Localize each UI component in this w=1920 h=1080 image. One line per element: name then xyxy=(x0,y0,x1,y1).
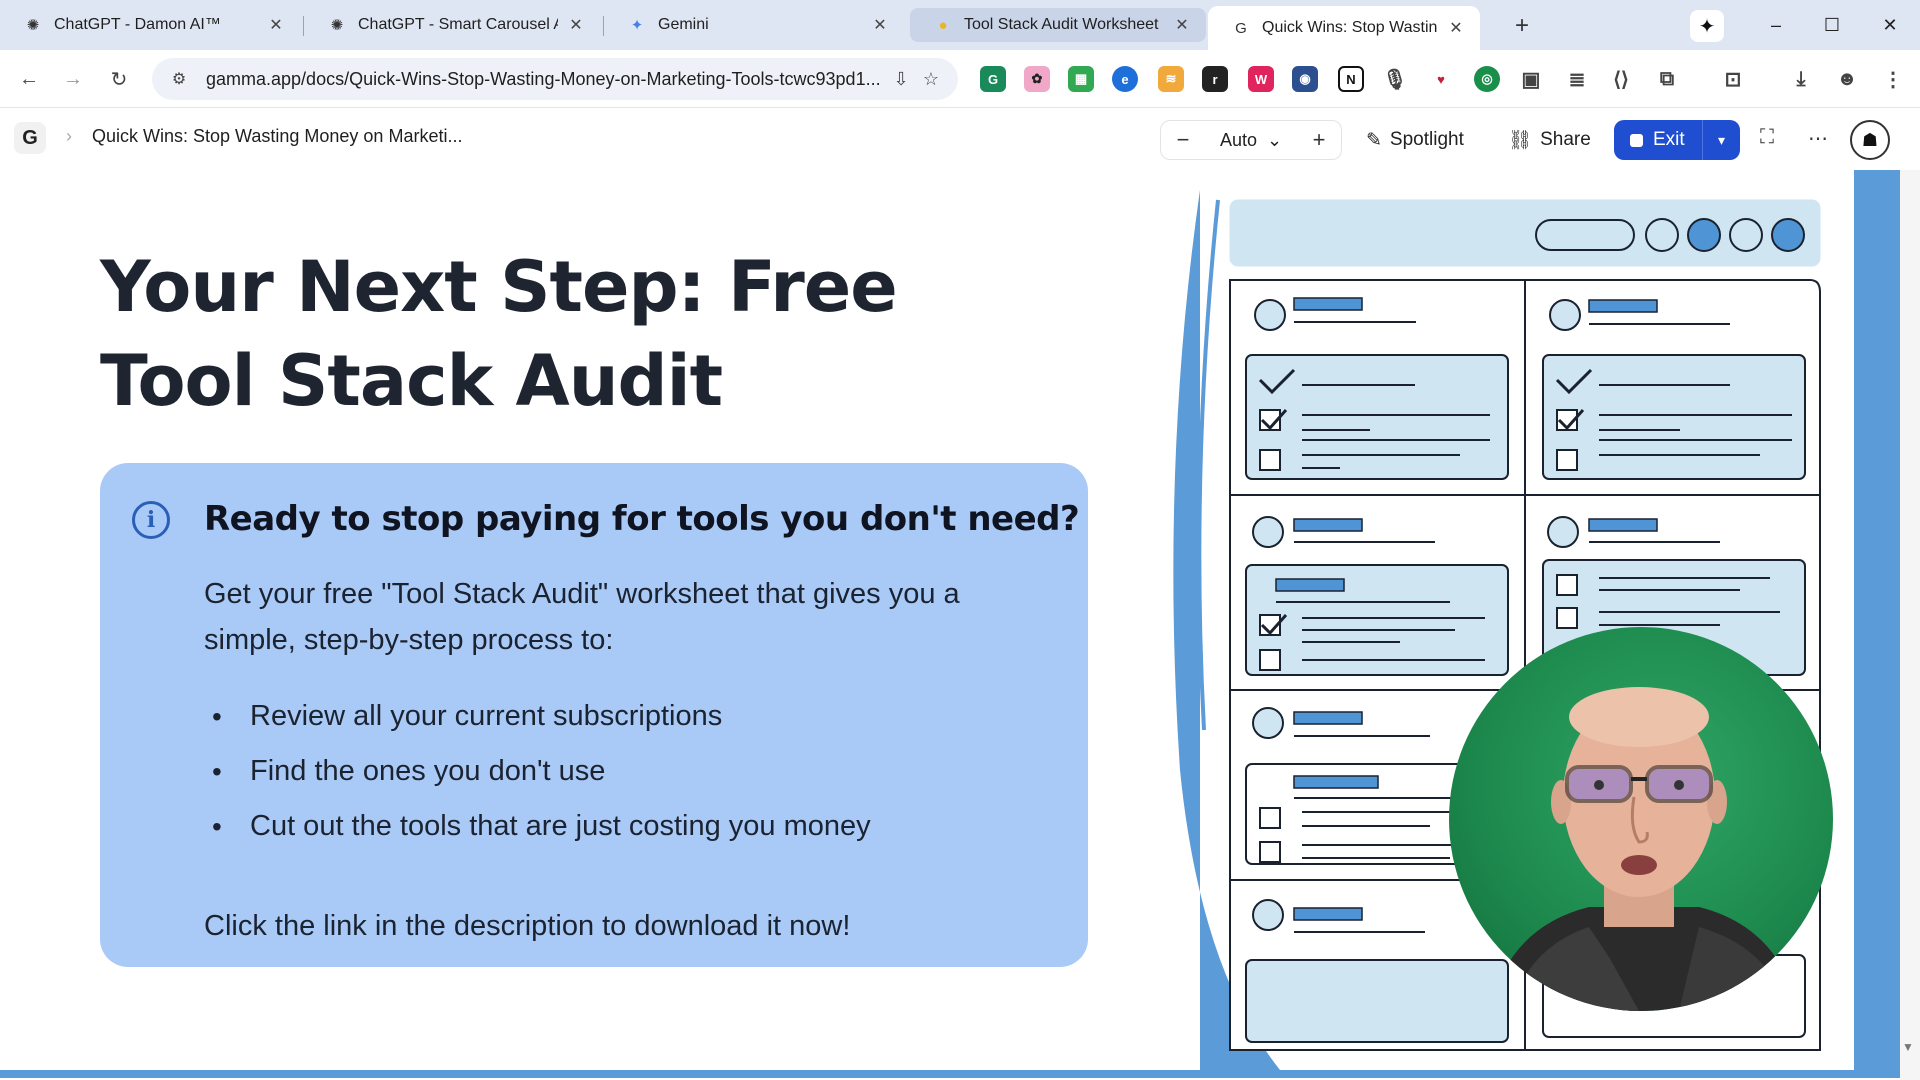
zoom-out-button[interactable]: − xyxy=(1171,127,1195,153)
colorful-extension-icon[interactable]: ✿ xyxy=(1024,66,1050,92)
chevron-down-icon[interactable]: ▾ xyxy=(1702,120,1740,160)
exit-label: Exit xyxy=(1653,129,1685,150)
doc-icon: ● xyxy=(938,16,948,34)
callout-box: i Ready to stop paying for tools you don… xyxy=(100,463,1088,967)
url-text[interactable]: gamma.app/docs/Quick-Wins-Stop-Wasting-M… xyxy=(206,69,886,90)
info-icon: i xyxy=(132,501,170,539)
tab-gemini[interactable]: ✦ Gemini ✕ xyxy=(604,8,904,42)
zoom-label: Auto xyxy=(1219,129,1257,150)
edge-extension-icon[interactable]: e xyxy=(1112,66,1138,92)
scroll-down-arrow-icon[interactable]: ▼ xyxy=(1902,1040,1914,1054)
forward-button[interactable]: → xyxy=(58,64,88,94)
reading-list-icon[interactable]: ⊡ xyxy=(1720,66,1746,92)
grammarly-extension-icon[interactable]: G xyxy=(980,66,1006,92)
spotlight-label: Spotlight xyxy=(1389,129,1464,150)
bullet-list: Review all your current subscriptions Fi… xyxy=(204,689,871,854)
exit-button[interactable]: Exit ▾ xyxy=(1614,120,1740,160)
profile-icon[interactable]: ☻ xyxy=(1834,66,1860,92)
close-icon[interactable]: ✕ xyxy=(1172,15,1192,35)
slide-title: Your Next Step: Free Tool Stack Audit xyxy=(100,246,898,422)
openai-icon: ✺ xyxy=(26,17,40,34)
tab-chatgpt-damon[interactable]: ✺ ChatGPT - Damon AI™ ✕ xyxy=(0,8,300,42)
screen-capture-icon[interactable]: ▣ xyxy=(1518,66,1544,92)
microphone-icon[interactable]: 🎙 xyxy=(1382,66,1408,92)
callout-intro: Get your free "Tool Stack Audit" workshe… xyxy=(204,578,960,656)
close-icon[interactable]: ✕ xyxy=(566,15,586,35)
chevron-right-icon: › xyxy=(66,126,72,146)
close-icon[interactable]: ✕ xyxy=(266,15,286,35)
minimize-button[interactable]: – xyxy=(1756,10,1796,40)
close-window-button[interactable]: ✕ xyxy=(1870,10,1910,40)
slide-bottom-bar xyxy=(0,1070,1900,1078)
stop-icon xyxy=(1630,133,1643,147)
vpn-extension-icon[interactable]: ◎ xyxy=(1474,66,1500,92)
scrollbar[interactable] xyxy=(1900,170,1920,1080)
gamma-logo-icon[interactable]: G xyxy=(14,122,46,154)
share-button[interactable]: ⛓ Share xyxy=(1508,120,1591,160)
list-item: Review all your current subscriptions xyxy=(204,689,871,744)
code-extension-icon[interactable]: ⟨⟩ xyxy=(1608,66,1634,92)
install-app-icon[interactable]: ⇩ xyxy=(886,69,916,90)
browser-toolbar: ← → ↻ ⚙ gamma.app/docs/Quick-Wins-Stop-W… xyxy=(0,50,1920,108)
layers-extension-icon[interactable]: ≣ xyxy=(1564,66,1590,92)
close-icon[interactable]: ✕ xyxy=(1446,18,1466,38)
tab-strip: ✺ ChatGPT - Damon AI™ ✕ ✺ ChatGPT - Smar… xyxy=(0,0,1920,50)
kebab-menu-icon[interactable]: ⋮ xyxy=(1880,66,1906,92)
decorative-stripe xyxy=(1854,170,1900,1070)
presentation-toolbar: G › Quick Wins: Stop Wasting Money on Ma… xyxy=(0,108,1920,170)
tab-title: ChatGPT - Damon AI™ xyxy=(54,16,221,33)
extensions-puzzle-icon[interactable]: ⧉ xyxy=(1654,66,1680,92)
zoom-in-button[interactable]: + xyxy=(1307,127,1331,153)
avatar[interactable]: ☗ xyxy=(1850,120,1890,160)
link-icon: ⛓ xyxy=(1508,130,1533,151)
slide-canvas: Your Next Step: Free Tool Stack Audit i … xyxy=(0,170,1900,1080)
tab-chatgpt-carousel[interactable]: ✺ ChatGPT - Smart Carousel Ads ✕ xyxy=(304,8,600,42)
callout-cta: Click the link in the description to dow… xyxy=(204,910,851,942)
fullscreen-icon[interactable]: ⛶ xyxy=(1760,126,1774,149)
callout-heading: Ready to stop paying for tools you don't… xyxy=(204,499,1080,539)
gemini-button[interactable]: ✦ xyxy=(1690,10,1724,42)
tab-title: Tool Stack Audit Worksheet xyxy=(964,16,1159,33)
pocket-extension-icon[interactable]: ♥ xyxy=(1428,66,1454,92)
site-settings-icon[interactable]: ⚙ xyxy=(164,69,194,89)
share-label: Share xyxy=(1540,129,1591,150)
camera-extension-icon[interactable]: ◉ xyxy=(1292,66,1318,92)
spotlight-button[interactable]: ✎ Spotlight xyxy=(1366,120,1464,160)
tab-title: Quick Wins: Stop Wasting Mon xyxy=(1262,19,1438,36)
spotlight-icon: ✎ xyxy=(1366,129,1382,151)
presenter-video xyxy=(1489,687,1799,1011)
close-icon[interactable]: ✕ xyxy=(870,15,890,35)
tab-tool-stack-audit[interactable]: ● Tool Stack Audit Worksheet ✕ xyxy=(910,8,1206,42)
tab-quick-wins[interactable]: G Quick Wins: Stop Wasting Mon ✕ xyxy=(1208,6,1480,50)
rss-extension-icon[interactable]: ≋ xyxy=(1158,66,1184,92)
gemini-icon: ✦ xyxy=(630,17,644,34)
r-extension-icon[interactable]: r xyxy=(1202,66,1228,92)
list-item: Find the ones you don't use xyxy=(204,744,871,799)
address-bar[interactable]: ⚙ gamma.app/docs/Quick-Wins-Stop-Wasting… xyxy=(152,58,958,100)
download-icon[interactable]: ⤓ xyxy=(1788,66,1814,92)
zoom-control: − Auto ⌄ + xyxy=(1160,120,1342,160)
reload-button[interactable]: ↻ xyxy=(104,64,134,94)
chevron-down-icon: ⌄ xyxy=(1266,129,1283,150)
maximize-button[interactable]: ☐ xyxy=(1812,10,1852,40)
list-item: Cut out the tools that are just costing … xyxy=(204,799,871,854)
doc-title[interactable]: Quick Wins: Stop Wasting Money on Market… xyxy=(92,126,462,147)
w-extension-icon[interactable]: W xyxy=(1248,66,1274,92)
openai-icon: ✺ xyxy=(330,17,344,34)
more-options-icon[interactable]: ⋯ xyxy=(1808,126,1828,151)
bookmark-star-icon[interactable]: ☆ xyxy=(916,69,946,90)
zoom-select[interactable]: Auto ⌄ xyxy=(1220,130,1282,151)
sheets-extension-icon[interactable]: ▦ xyxy=(1068,66,1094,92)
tab-title: ChatGPT - Smart Carousel Ads xyxy=(358,16,558,33)
new-tab-button[interactable]: + xyxy=(1508,12,1536,40)
gamma-icon: G xyxy=(1235,19,1247,37)
tab-title: Gemini xyxy=(658,16,709,33)
notion-extension-icon[interactable]: N xyxy=(1338,66,1364,92)
presenter-webcam xyxy=(1449,627,1833,1011)
back-button[interactable]: ← xyxy=(14,64,44,94)
